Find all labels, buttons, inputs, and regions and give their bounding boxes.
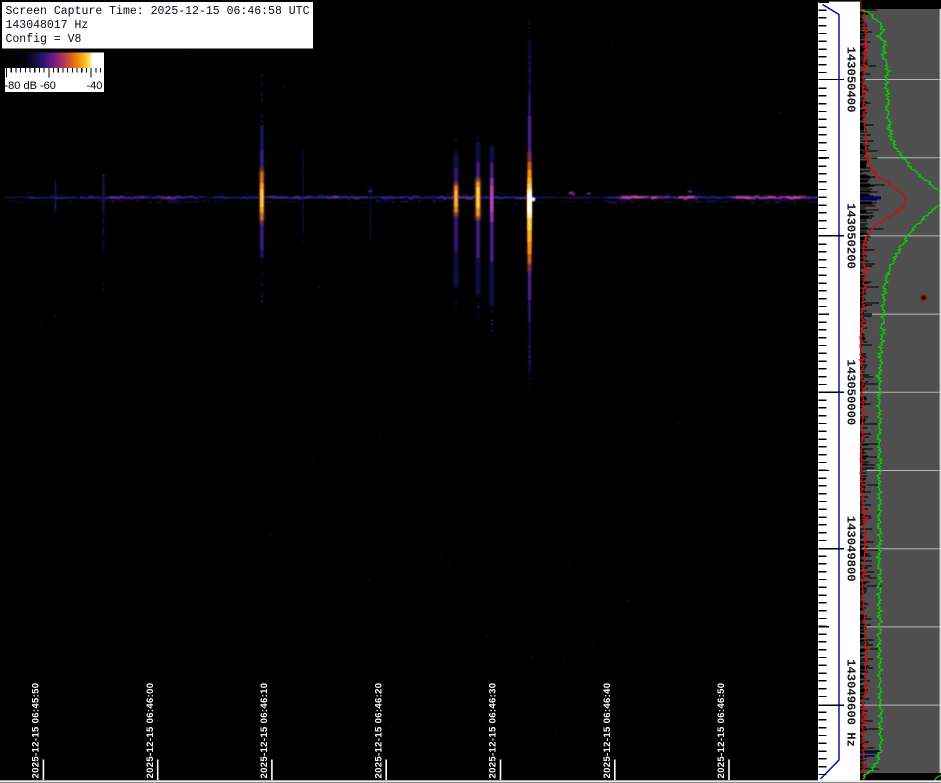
svg-text:143049600 Hz: 143049600 Hz bbox=[843, 659, 857, 747]
svg-text:2025-12-15 06:46:20: 2025-12-15 06:46:20 bbox=[373, 683, 384, 779]
svg-text:2025-12-15 06:46:50: 2025-12-15 06:46:50 bbox=[716, 683, 727, 779]
svg-text:143048017 Hz: 143048017 Hz bbox=[6, 19, 89, 32]
svg-text:143050000: 143050000 bbox=[843, 359, 857, 425]
svg-text:Screen Capture Time: 2025-12-1: Screen Capture Time: 2025-12-15 06:46:58… bbox=[6, 5, 310, 18]
svg-text:2025-12-15 06:45:50: 2025-12-15 06:45:50 bbox=[31, 683, 42, 779]
svg-text:143049800: 143049800 bbox=[843, 516, 857, 582]
svg-text:-80 dB -60: -80 dB -60 bbox=[5, 80, 56, 92]
svg-text:Config = V8: Config = V8 bbox=[6, 33, 82, 46]
svg-text:-40: -40 bbox=[87, 80, 103, 92]
svg-text:2025-12-15 06:46:10: 2025-12-15 06:46:10 bbox=[259, 683, 270, 779]
svg-text:143050400: 143050400 bbox=[843, 47, 857, 113]
svg-text:2025-12-15 06:46:00: 2025-12-15 06:46:00 bbox=[145, 683, 156, 779]
svg-text:2025-12-15 06:46:40: 2025-12-15 06:46:40 bbox=[602, 683, 613, 779]
svg-text:143050200: 143050200 bbox=[843, 203, 857, 269]
svg-text:2025-12-15 06:46:30: 2025-12-15 06:46:30 bbox=[488, 683, 499, 779]
